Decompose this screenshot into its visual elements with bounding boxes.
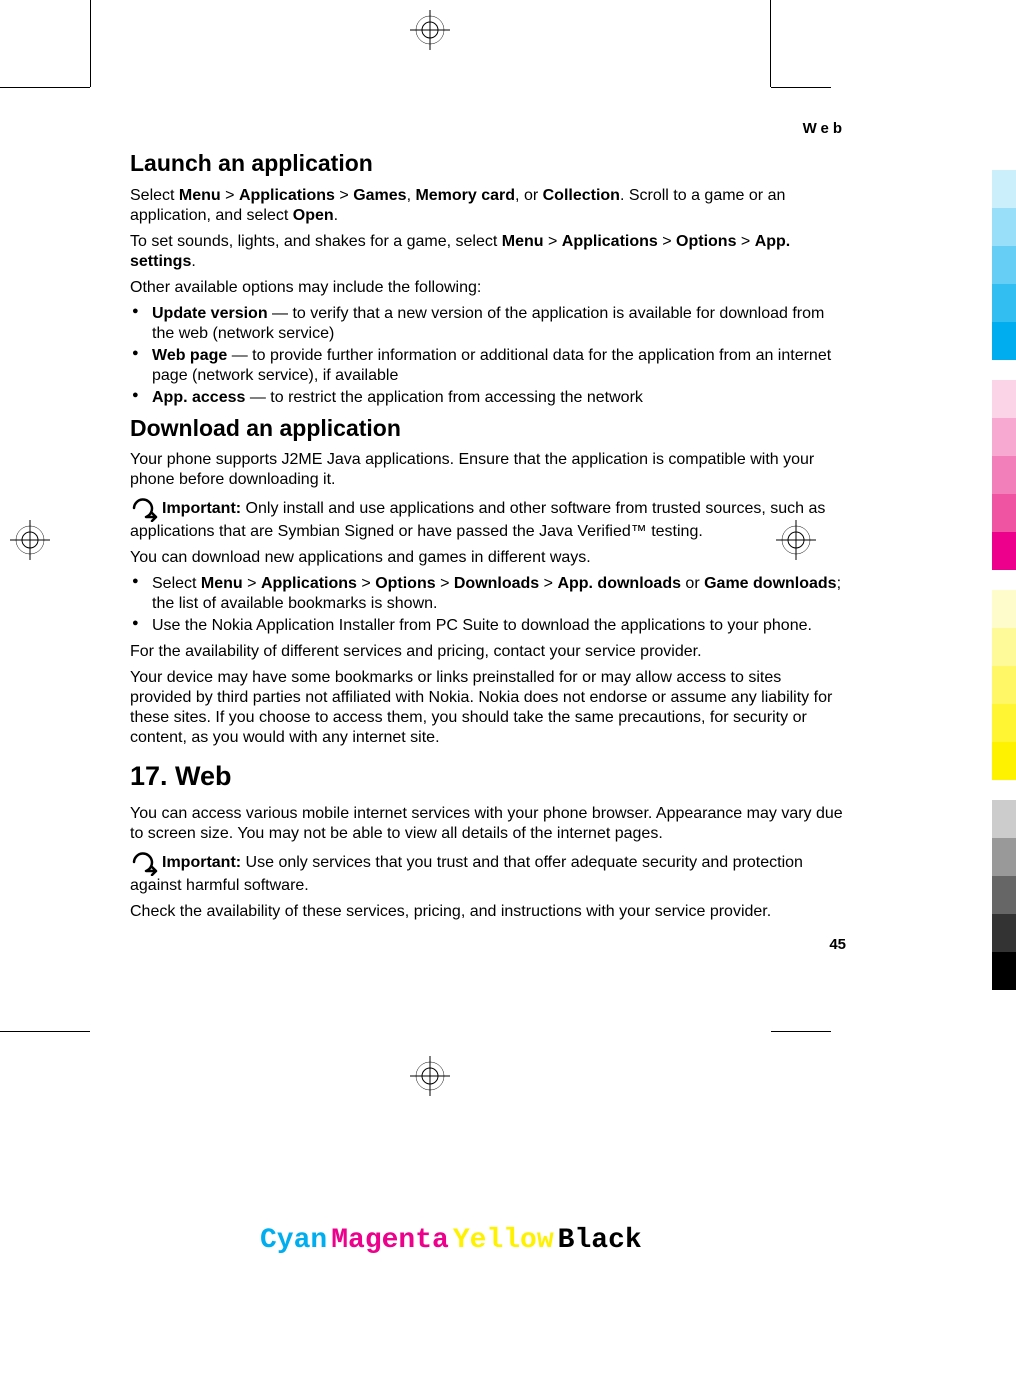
- heading-launch-application: Launch an application: [130, 149, 846, 178]
- list-item: Update version — to verify that a new ve…: [130, 304, 846, 344]
- registration-mark-icon: [10, 520, 50, 560]
- page-number: 45: [130, 936, 846, 955]
- color-bars: [992, 170, 1016, 360]
- paragraph: Your phone supports J2ME Java applicatio…: [130, 450, 846, 490]
- list-item: Use the Nokia Application Installer from…: [130, 616, 846, 636]
- paragraph: Select Menu > Applications > Games, Memo…: [130, 186, 846, 226]
- paragraph: You can access various mobile internet s…: [130, 804, 846, 844]
- paragraph: Other available options may include the …: [130, 278, 846, 298]
- options-list: Update version — to verify that a new ve…: [130, 304, 846, 408]
- registration-mark-icon: [410, 1056, 450, 1096]
- list-item: App. access — to restrict the applicatio…: [130, 388, 846, 408]
- color-bars: [992, 380, 1016, 570]
- heading-download-application: Download an application: [130, 414, 846, 443]
- page-content: Web Launch an application Select Menu > …: [130, 120, 846, 955]
- download-list: Select Menu > Applications > Options > D…: [130, 574, 846, 636]
- heading-web: 17. Web: [130, 760, 846, 794]
- important-icon: [130, 496, 160, 522]
- important-note: Important: Only install and use applicat…: [130, 496, 846, 542]
- list-item: Select Menu > Applications > Options > D…: [130, 574, 846, 614]
- paragraph: For the availability of different servic…: [130, 642, 846, 662]
- registration-mark-icon: [410, 10, 450, 50]
- paragraph: Your device may have some bookmarks or l…: [130, 668, 846, 748]
- paragraph: You can download new applications and ga…: [130, 548, 846, 568]
- important-icon: [130, 850, 160, 876]
- important-note: Important: Use only services that you tr…: [130, 850, 846, 896]
- cmyk-footer: CyanMagentaYellowBlack: [260, 1225, 646, 1256]
- paragraph: To set sounds, lights, and shakes for a …: [130, 232, 846, 272]
- color-bars: [992, 590, 1016, 780]
- paragraph: Check the availability of these services…: [130, 902, 846, 922]
- list-item: Web page — to provide further informatio…: [130, 346, 846, 386]
- running-head: Web: [130, 120, 846, 139]
- color-bars: [992, 800, 1016, 990]
